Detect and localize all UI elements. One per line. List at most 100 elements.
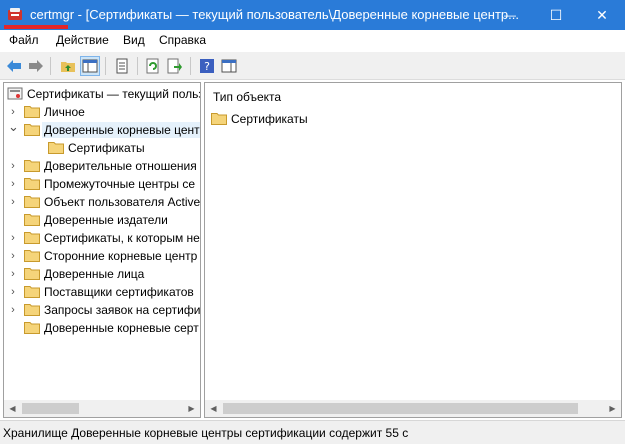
tree-horizontal-scrollbar[interactable]: ◀ ▶	[4, 400, 200, 417]
expand-chevron-icon[interactable]: ›	[8, 250, 18, 262]
folder-icon	[24, 178, 40, 190]
tree-item-label: Доверенные издатели	[44, 213, 168, 227]
list-item[interactable]: Сертификаты	[211, 110, 351, 128]
tree-item[interactable]: › Промежуточные центры се	[4, 175, 200, 193]
collapse-chevron-icon[interactable]: ⌄	[8, 120, 19, 133]
properties-icon	[116, 58, 128, 74]
folder-icon	[24, 124, 40, 136]
console-tree-pane: Сертификаты — текущий польз › Личное ⌄ Дове…	[3, 82, 201, 418]
close-icon: ✕	[596, 6, 608, 23]
help-button[interactable]: ?	[197, 56, 217, 76]
folder-icon	[24, 214, 40, 226]
folder-icon	[24, 196, 40, 208]
refresh-button[interactable]	[143, 56, 163, 76]
results-horizontal-scrollbar[interactable]: ◀ ▶	[205, 400, 621, 417]
scroll-left-icon[interactable]: ◀	[4, 400, 21, 417]
certmgr-app-icon[interactable]	[7, 7, 23, 21]
tree-item[interactable]: ⌄ Доверенные корневые цент	[4, 120, 200, 139]
tree-item-label: Доверенные корневые цент	[42, 122, 200, 138]
up-one-level-button[interactable]	[58, 56, 78, 76]
tree-item[interactable]: › Запросы заявок на сертифи	[4, 301, 200, 319]
expand-chevron-icon[interactable]: ›	[8, 304, 18, 316]
tree-item-label: Объект пользователя Active	[44, 195, 201, 209]
minimize-button[interactable]: —	[487, 0, 533, 30]
expand-chevron-icon[interactable]: ›	[8, 268, 18, 280]
expand-chevron-icon[interactable]: ›	[8, 196, 18, 208]
tree-root-label: Сертификаты — текущий польз	[27, 87, 201, 101]
expand-chevron-icon[interactable]: ›	[8, 178, 18, 190]
column-header-object-type[interactable]: Тип объекта	[213, 90, 281, 104]
show-hide-tree-icon	[82, 59, 98, 73]
svg-text:?: ?	[204, 60, 210, 73]
toolbar: ?	[0, 52, 625, 80]
expand-chevron-icon[interactable]: ›	[8, 286, 18, 298]
up-folder-icon	[61, 62, 75, 72]
certificate-store-icon	[7, 87, 23, 100]
tree-item[interactable]: › Сторонние корневые центр	[4, 247, 200, 265]
scroll-thumb[interactable]	[22, 403, 79, 414]
window-title: certmgr - [Сертификаты — текущий пользов…	[30, 7, 519, 22]
tree-item[interactable]: › Личное	[4, 103, 200, 121]
tree-item[interactable]: › Сертификаты, к которым не	[4, 229, 200, 247]
tree-item-label: Доверительные отношения	[44, 159, 197, 173]
export-list-button[interactable]	[165, 56, 185, 76]
properties-button[interactable]	[112, 56, 132, 76]
tree-item-label: Доверенные лица	[44, 267, 145, 281]
title-underline	[4, 25, 68, 29]
list-item-label: Сертификаты	[231, 112, 308, 126]
refresh-icon	[146, 58, 159, 74]
tree-item-label: Доверенные корневые серт	[44, 321, 199, 335]
menu-action[interactable]: Действие	[56, 33, 109, 47]
tree-item-label: Сертификаты	[68, 141, 145, 155]
expand-chevron-icon[interactable]: ›	[8, 106, 18, 118]
toolbar-separator	[190, 57, 191, 75]
tree-item[interactable]: › Поставщики сертификатов	[4, 283, 200, 301]
folder-icon	[24, 106, 40, 118]
close-button[interactable]: ✕	[579, 0, 625, 30]
tree-item[interactable]: › Объект пользователя Active	[4, 193, 200, 211]
status-bar: Хранилище Доверенные корневые центры сер…	[0, 420, 625, 444]
expand-chevron-icon[interactable]: ›	[8, 232, 18, 244]
folder-icon	[24, 268, 40, 280]
maximize-button[interactable]: ☐	[533, 0, 579, 30]
menu-view[interactable]: Вид	[123, 33, 145, 47]
back-arrow-icon	[7, 60, 21, 72]
results-pane: Тип объекта Сертификаты ◀ ▶	[204, 82, 622, 418]
expand-chevron-icon[interactable]: ›	[8, 160, 18, 172]
scroll-right-icon[interactable]: ▶	[604, 400, 621, 417]
maximize-icon: ☐	[549, 6, 563, 23]
tree-item[interactable]: Сертификаты	[4, 139, 200, 157]
tree-item-label: Запросы заявок на сертифи	[44, 303, 201, 317]
scroll-right-icon[interactable]: ▶	[183, 400, 200, 417]
folder-icon	[24, 304, 40, 316]
tree-item[interactable]: › Доверенные лица	[4, 265, 200, 283]
folder-icon	[24, 286, 40, 298]
title-bar: certmgr - [Сертификаты — текущий пользов…	[0, 0, 625, 30]
tree-root[interactable]: Сертификаты — текущий польз	[4, 85, 200, 103]
folder-icon	[24, 232, 40, 244]
forward-button[interactable]	[26, 56, 46, 76]
folder-icon	[211, 113, 227, 125]
status-text: Хранилище Доверенные корневые центры сер…	[3, 426, 409, 440]
toolbar-separator	[137, 57, 138, 75]
menu-file[interactable]: Файл	[9, 33, 39, 47]
tree-item-label: Сертификаты, к которым не	[44, 231, 200, 245]
tree-item[interactable]: Доверенные корневые серт	[4, 319, 200, 337]
scroll-left-icon[interactable]: ◀	[205, 400, 222, 417]
folder-icon	[24, 160, 40, 172]
show-hide-console-tree-button[interactable]	[80, 56, 100, 76]
tree-item[interactable]: › Доверительные отношения	[4, 157, 200, 175]
menu-help[interactable]: Справка	[159, 33, 206, 47]
folder-icon	[48, 142, 64, 154]
back-button[interactable]	[4, 56, 24, 76]
tree-item[interactable]: Доверенные издатели	[4, 211, 200, 229]
tree-item-label: Поставщики сертификатов	[44, 285, 194, 299]
menu-bar: Файл Действие Вид Справка	[0, 30, 625, 51]
tree-item-label: Личное	[44, 105, 85, 119]
show-action-pane-button[interactable]	[219, 56, 239, 76]
tree-item-label: Промежуточные центры се	[44, 177, 196, 191]
scroll-thumb[interactable]	[223, 403, 578, 414]
toolbar-separator	[50, 57, 51, 75]
toolbar-separator	[105, 57, 106, 75]
minimize-icon: —	[504, 8, 516, 22]
